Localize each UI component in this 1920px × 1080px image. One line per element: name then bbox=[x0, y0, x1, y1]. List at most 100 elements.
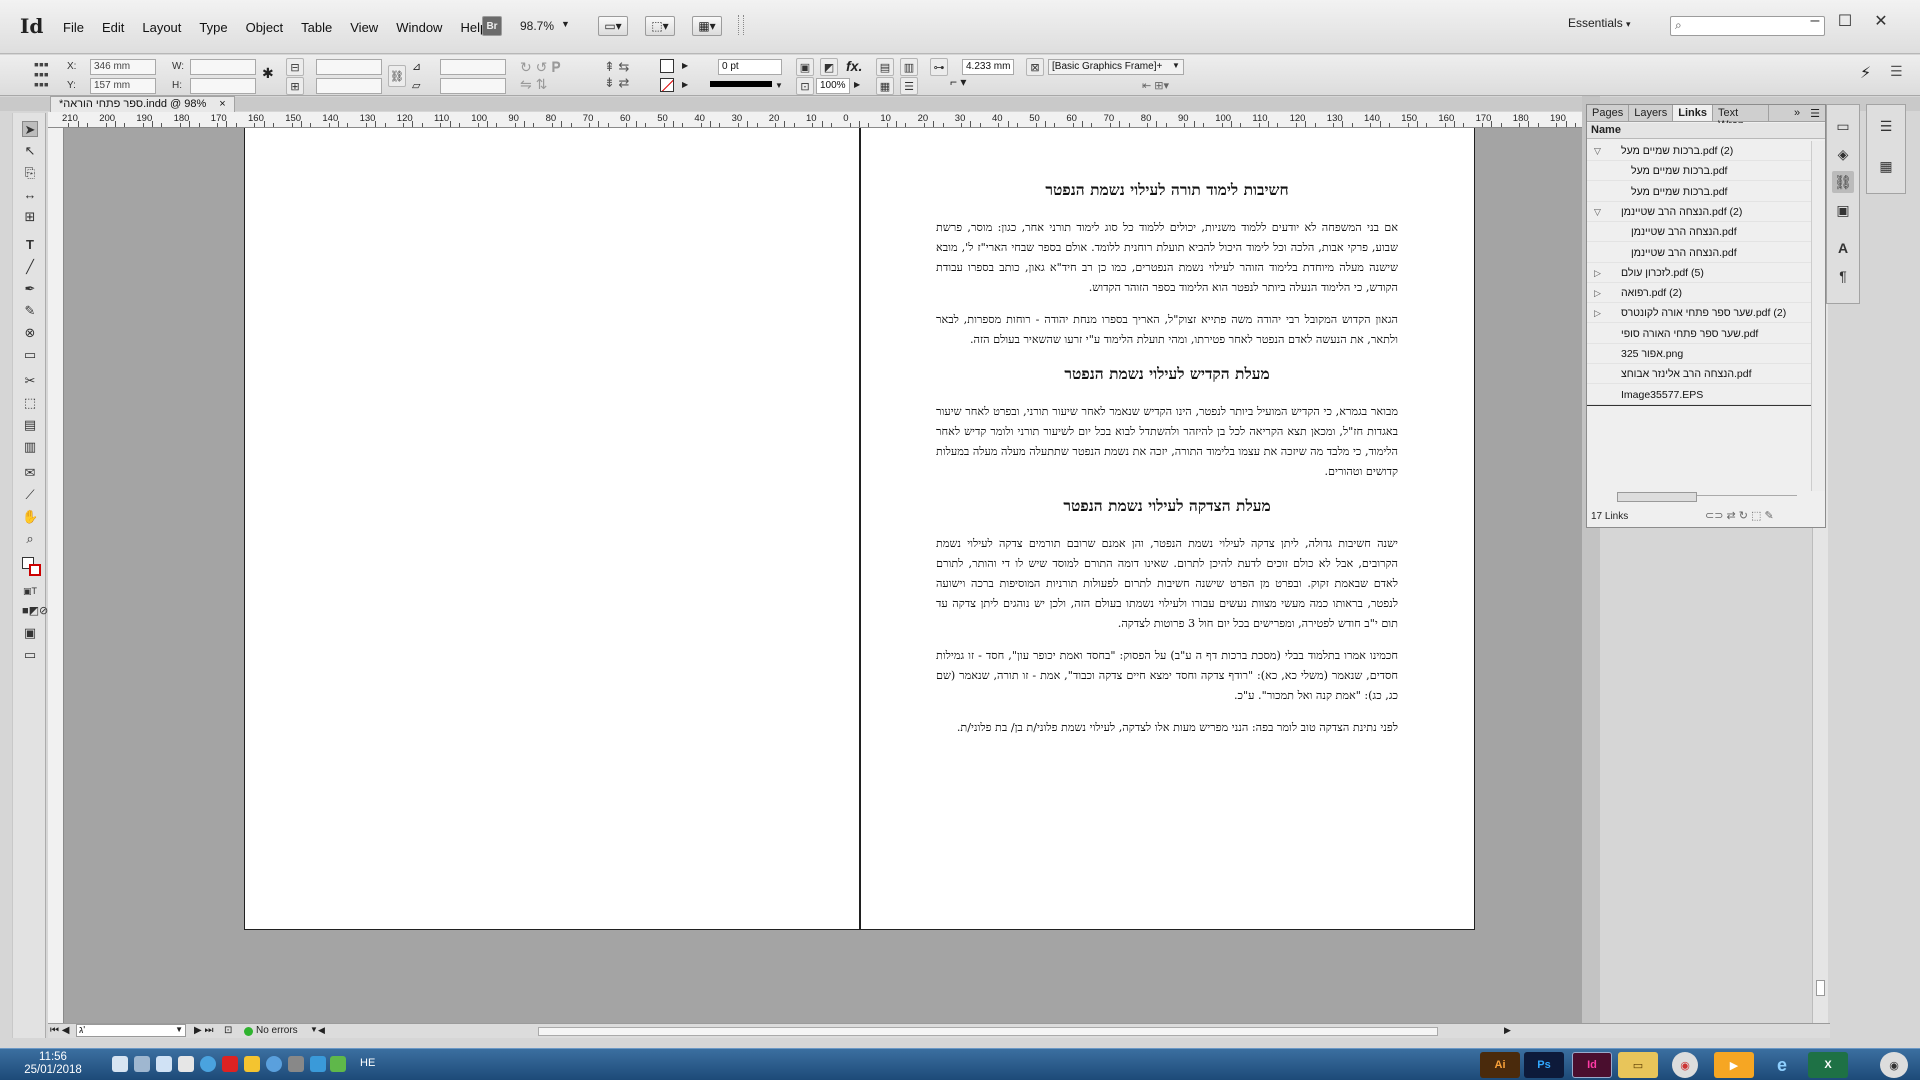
menu-table[interactable]: Table bbox=[292, 18, 341, 37]
close-button[interactable]: ✕ bbox=[1864, 10, 1898, 32]
zoom-level[interactable]: 98.7% bbox=[520, 19, 554, 33]
left-page[interactable] bbox=[244, 128, 860, 930]
link-row[interactable]: ▷ שער ספר פתחי אורה לקונטרס.pdf (2) bbox=[1587, 303, 1811, 324]
collapse-triangle-icon[interactable]: ▽ bbox=[1594, 141, 1601, 160]
taskbar-clock[interactable]: 11:56 25/01/2018 bbox=[24, 1051, 82, 1077]
align-top-icon[interactable]: ▦ bbox=[876, 77, 894, 95]
link-row[interactable]: ▽ הנצחה הרב שטיינמן.pdf (2) bbox=[1587, 202, 1811, 222]
menu-type[interactable]: Type bbox=[190, 18, 236, 37]
text-frame[interactable]: חשיבות לימוד תורה לעילוי נשמת הנפטר אם ב… bbox=[936, 180, 1398, 750]
stroke-weight-field[interactable]: 0 pt bbox=[718, 59, 782, 75]
screen-mode-icon[interactable]: ▭ bbox=[22, 647, 38, 663]
collapse-triangle-icon[interactable]: ▽ bbox=[1594, 202, 1601, 221]
selection-tool-icon[interactable]: ➤ bbox=[22, 121, 38, 137]
tray-app-icon-4[interactable] bbox=[288, 1056, 304, 1072]
expand-triangle-icon[interactable]: ▷ bbox=[1594, 303, 1601, 322]
minimize-button[interactable]: – bbox=[1800, 10, 1830, 32]
preflight-dropdown-icon[interactable]: ▼ bbox=[310, 1025, 318, 1034]
character-panel-icon[interactable]: A bbox=[1832, 237, 1854, 259]
paragraph-panel-icon[interactable]: ¶ bbox=[1832, 265, 1854, 287]
menu-view[interactable]: View bbox=[341, 18, 387, 37]
link-row[interactable]: ▷ רפואה.pdf (2) bbox=[1587, 283, 1811, 304]
line-tool-icon[interactable]: ╱ bbox=[22, 259, 38, 275]
menu-object[interactable]: Object bbox=[237, 18, 293, 37]
fill-dropdown-icon[interactable]: ▶ bbox=[682, 61, 688, 70]
reference-point-icon[interactable]: ▪▪▪ ▪▪▪ ▪▪▪ bbox=[34, 57, 54, 91]
opacity-field[interactable]: 100% bbox=[816, 78, 850, 94]
vertical-scroll-thumb[interactable] bbox=[1816, 980, 1825, 996]
link-row[interactable]: ברכות שמיים מעל.pdf bbox=[1587, 182, 1811, 202]
gradient-feather-tool-icon[interactable]: ▥ bbox=[22, 439, 38, 455]
shear-field[interactable] bbox=[440, 78, 506, 94]
explorer-taskbar-icon[interactable]: ▭ bbox=[1618, 1052, 1658, 1078]
link-row[interactable]: שער ספר פתחי האורה סופי.pdf bbox=[1587, 324, 1811, 344]
fill-stroke-icon[interactable] bbox=[22, 557, 42, 577]
panel-options-icon[interactable]: ☰ bbox=[1805, 105, 1825, 121]
scissors-tool-icon[interactable]: ✂ bbox=[22, 373, 38, 389]
next-page-button[interactable]: ▶ ⏭ bbox=[194, 1025, 213, 1036]
link-row[interactable]: הנצחה הרב שטיינמן.pdf bbox=[1587, 222, 1811, 243]
link-row[interactable]: הנצחה הרב אלינזר אבוחצ.pdf bbox=[1587, 364, 1811, 385]
hand-tool-icon[interactable]: ✋ bbox=[22, 509, 38, 525]
constrain-link-icon[interactable]: ⛓ bbox=[388, 65, 406, 87]
links-panel-buttons[interactable]: ⊂⊃ ⇄ ↻ ⬚ ✎ bbox=[1705, 509, 1774, 522]
zoom-dropdown-icon[interactable]: ▼ bbox=[561, 19, 570, 29]
tray-app-icon-3[interactable] bbox=[266, 1056, 282, 1072]
link-row[interactable]: Image35577.EPS bbox=[1587, 385, 1811, 405]
links-list-scrollbar[interactable] bbox=[1811, 141, 1825, 491]
action-center-icon[interactable] bbox=[178, 1056, 194, 1072]
align-center-icon[interactable]: ☰ bbox=[900, 77, 918, 95]
view-mode-icon[interactable]: ▣ bbox=[22, 625, 38, 641]
zoom-tool-icon[interactable]: ⌕ bbox=[22, 531, 38, 547]
pages-panel-icon[interactable]: ▭ bbox=[1832, 115, 1854, 137]
bridge-button[interactable]: Br bbox=[482, 16, 502, 36]
link-row[interactable]: ברכות שמיים מעל.pdf bbox=[1587, 161, 1811, 182]
internet-explorer-taskbar-icon[interactable]: e bbox=[1762, 1052, 1802, 1078]
workspace-switcher[interactable]: Essentials ▾ bbox=[1568, 16, 1631, 30]
fill-swatch[interactable] bbox=[660, 59, 674, 73]
pasteboard[interactable]: חשיבות לימוד תורה לעילוי נשמת הנפטר אם ב… bbox=[64, 128, 1582, 1023]
arrange-documents-button[interactable]: ▦▾ bbox=[692, 16, 722, 36]
maximize-button[interactable]: ☐ bbox=[1830, 10, 1860, 32]
gradient-swatch-tool-icon[interactable]: ▤ bbox=[22, 417, 38, 433]
flip-buttons[interactable]: ⇞ ⇆ ⇟ ⇄ bbox=[604, 59, 652, 91]
corner-options-icon[interactable]: ⌐ ▾ bbox=[950, 75, 988, 91]
panel-menu-icon[interactable]: ☰ bbox=[1890, 63, 1903, 80]
pencil-tool-icon[interactable]: ✎ bbox=[22, 303, 38, 319]
properties-panel-icon[interactable]: ☰ bbox=[1875, 115, 1897, 137]
tray-app-icon-6[interactable] bbox=[330, 1056, 346, 1072]
clear-overrides-icon[interactable]: ⇤ ⊞▾ bbox=[1142, 79, 1169, 92]
menu-edit[interactable]: Edit bbox=[93, 18, 133, 37]
page-number-field[interactable]: ג' ▼ bbox=[76, 1024, 186, 1037]
pen-tool-icon[interactable]: ✒ bbox=[22, 281, 38, 297]
horizontal-ruler[interactable]: 210 200 190 180 170 160 150 140 130 120 110 100 90 80… bbox=[48, 112, 1582, 128]
volume-icon[interactable] bbox=[112, 1056, 128, 1072]
layers-panel-icon[interactable]: ◈ bbox=[1832, 143, 1854, 165]
type-tool-icon[interactable]: T bbox=[22, 237, 38, 253]
tray-app-icon-2[interactable] bbox=[244, 1056, 260, 1072]
y-position-field[interactable]: 157 mm bbox=[90, 78, 156, 94]
expand-triangle-icon[interactable]: ▷ bbox=[1594, 263, 1601, 282]
preflight-status[interactable]: No errors bbox=[256, 1025, 298, 1036]
link-row[interactable]: ▽ ברכות שמיים מעל.pdf (2) bbox=[1587, 141, 1811, 161]
stroke-type-preview[interactable] bbox=[710, 81, 772, 87]
excel-taskbar-icon[interactable]: X bbox=[1808, 1052, 1848, 1078]
menu-layout[interactable]: Layout bbox=[133, 18, 190, 37]
chrome-taskbar-icon-2[interactable]: ◉ bbox=[1880, 1052, 1908, 1078]
width-field[interactable] bbox=[190, 59, 256, 75]
links-horizontal-scrollbar[interactable] bbox=[1617, 492, 1797, 504]
gear-icon[interactable]: ✱ bbox=[262, 65, 274, 82]
vertical-ruler[interactable] bbox=[48, 128, 64, 1023]
horizontal-scroll-thumb[interactable] bbox=[538, 1027, 1438, 1036]
tray-app-icon-5[interactable] bbox=[310, 1056, 326, 1072]
gap-tool-icon[interactable]: ↔ bbox=[22, 187, 38, 203]
object-style-dropdown[interactable]: [Basic Graphics Frame]+ bbox=[1048, 59, 1184, 75]
stroke-panel-icon[interactable]: ▣ bbox=[1832, 199, 1854, 221]
free-transform-tool-icon[interactable]: ⬚ bbox=[22, 395, 38, 411]
tab-layers[interactable]: Layers bbox=[1629, 105, 1674, 121]
screen-mode-button[interactable]: ⬚▾ bbox=[645, 16, 675, 36]
horizontal-scrollbar[interactable]: ◀ ▶ bbox=[318, 1025, 1758, 1037]
illustrator-taskbar-icon[interactable]: Ai bbox=[1480, 1052, 1520, 1078]
media-player-taskbar-icon[interactable]: ▶ bbox=[1714, 1052, 1754, 1078]
document-tab[interactable]: *ספר פתחי הוראה.indd @ 98% × bbox=[50, 96, 235, 112]
